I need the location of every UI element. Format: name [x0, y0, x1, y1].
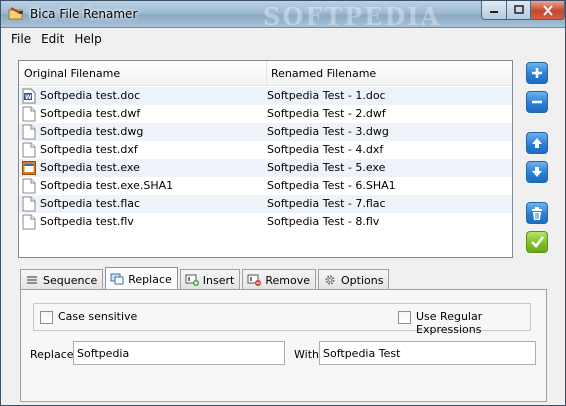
table-row[interactable]: Softpedia test.exe.SHA1 Softpedia Test - …	[19, 177, 512, 195]
blank-file-icon	[22, 196, 36, 212]
tab-bar: Sequence Replace Insert Remove Options	[20, 267, 391, 290]
insert-icon	[185, 274, 199, 286]
replace-input[interactable]	[73, 341, 285, 365]
list-icon	[27, 276, 37, 284]
menu-bar: File Edit Help	[2, 29, 564, 48]
tab-label: Insert	[202, 273, 235, 287]
minus-icon	[532, 100, 542, 104]
remove-icon	[247, 274, 262, 286]
list-header: Original Filename Renamed Filename	[19, 61, 512, 86]
arrow-up-icon	[532, 138, 542, 148]
original-filename-cell: Softpedia test.flv	[40, 215, 134, 228]
table-row[interactable]: Softpedia test.flv Softpedia Test - 8.flv	[19, 213, 512, 231]
tab-label: Remove	[265, 273, 310, 287]
original-filename-cell: Softpedia test.exe	[40, 161, 140, 174]
maximize-icon	[513, 5, 524, 14]
with-input[interactable]	[319, 341, 536, 365]
tab-replace[interactable]: Replace	[105, 267, 178, 290]
move-up-button[interactable]	[526, 132, 548, 154]
column-header-renamed[interactable]: Renamed Filename	[267, 61, 512, 86]
close-button[interactable]	[530, 1, 565, 20]
original-filename-cell: Softpedia test.doc	[40, 89, 141, 102]
original-filename-cell: Softpedia test.dxf	[40, 143, 138, 156]
plus-icon	[532, 68, 542, 78]
window-title: Bica File Renamer	[30, 7, 138, 21]
original-filename-cell: Softpedia test.dwf	[40, 107, 141, 120]
table-row[interactable]: Softpedia test.dxf Softpedia Test - 4.dxf	[19, 141, 512, 159]
title-bar[interactable]: Bica File Renamer SOFTPEDIA	[1, 1, 565, 31]
blank-file-icon	[22, 214, 36, 230]
table-row[interactable]: Softpedia test.exe Softpedia Test - 5.exe	[19, 159, 512, 177]
file-list[interactable]: Original Filename Renamed Filename W Soft…	[18, 60, 513, 258]
blank-file-icon	[22, 124, 36, 140]
tab-sequence[interactable]: Sequence	[20, 269, 104, 290]
add-file-button[interactable]	[526, 62, 548, 84]
remove-file-button[interactable]	[526, 91, 548, 113]
app-window: Bica File Renamer SOFTPEDIA File Edit He…	[0, 0, 566, 406]
replace-panel: Case sensitive Use Regular Expressions R…	[20, 289, 547, 402]
renamed-filename-cell: Softpedia Test - 4.dxf	[267, 143, 384, 156]
minimize-button[interactable]	[481, 1, 507, 20]
tab-label: Options	[340, 273, 384, 287]
arrow-down-icon	[532, 167, 542, 177]
trash-icon	[532, 206, 542, 220]
menu-help[interactable]: Help	[69, 32, 106, 46]
replace-icon	[110, 273, 124, 285]
case-sensitive-checkbox[interactable]	[40, 311, 53, 324]
blank-file-icon	[22, 142, 36, 158]
tab-insert[interactable]: Insert	[179, 269, 241, 290]
with-label: With	[294, 348, 319, 361]
move-down-button[interactable]	[526, 161, 548, 183]
renamed-filename-cell: Softpedia Test - 7.flac	[267, 197, 386, 210]
blank-file-icon	[22, 106, 36, 122]
tab-options[interactable]: Options	[317, 269, 390, 290]
table-row[interactable]: W Softpedia test.doc Softpedia Test - 1.do…	[19, 87, 512, 105]
column-header-original[interactable]: Original Filename	[19, 61, 267, 86]
original-filename-cell: Softpedia test.exe.SHA1	[40, 179, 174, 192]
table-row[interactable]: Softpedia test.flac Softpedia Test - 7.fl…	[19, 195, 512, 213]
menu-file[interactable]: File	[6, 32, 36, 46]
clear-list-button[interactable]	[526, 202, 548, 224]
regex-label: Use Regular Expressions	[416, 310, 483, 336]
original-filename-cell: Softpedia test.dwg	[40, 125, 144, 138]
replace-options-group: Case sensitive Use Regular Expressions	[33, 303, 531, 336]
apply-rename-button[interactable]	[526, 231, 548, 253]
table-row[interactable]: Softpedia test.dwg Softpedia Test - 3.dwg	[19, 123, 512, 141]
minimize-icon	[490, 11, 498, 13]
svg-text:W: W	[25, 94, 32, 101]
original-filename-cell: Softpedia test.flac	[40, 197, 141, 210]
menu-edit[interactable]: Edit	[36, 32, 69, 46]
tab-label: Sequence	[43, 273, 98, 287]
file-rows: W Softpedia test.doc Softpedia Test - 1.do…	[19, 87, 512, 231]
tab-remove[interactable]: Remove	[242, 269, 316, 290]
renamed-filename-cell: Softpedia Test - 2.dwf	[267, 107, 386, 120]
case-sensitive-label: Case sensitive	[58, 310, 138, 323]
renamed-filename-cell: Softpedia Test - 1.doc	[267, 89, 386, 102]
renamed-filename-cell: Softpedia Test - 6.SHA1	[267, 179, 396, 192]
tab-label: Replace	[128, 272, 172, 286]
regex-checkbox[interactable]	[398, 311, 411, 324]
table-row[interactable]: Softpedia test.dwf Softpedia Test - 2.dwf	[19, 105, 512, 123]
app-logo-icon	[8, 7, 23, 20]
renamed-filename-cell: Softpedia Test - 8.flv	[267, 215, 380, 228]
replace-label: Replace	[30, 348, 74, 361]
maximize-button[interactable]	[506, 1, 531, 20]
blank-file-icon	[22, 178, 36, 194]
gear-icon	[325, 275, 335, 285]
close-icon	[542, 4, 553, 16]
word-doc-icon: W	[22, 88, 36, 104]
checkmark-icon	[530, 236, 544, 248]
renamed-filename-cell: Softpedia Test - 3.dwg	[267, 125, 389, 138]
exe-file-icon	[22, 161, 36, 175]
softpedia-watermark: SOFTPEDIA	[263, 2, 442, 31]
renamed-filename-cell: Softpedia Test - 5.exe	[267, 161, 386, 174]
